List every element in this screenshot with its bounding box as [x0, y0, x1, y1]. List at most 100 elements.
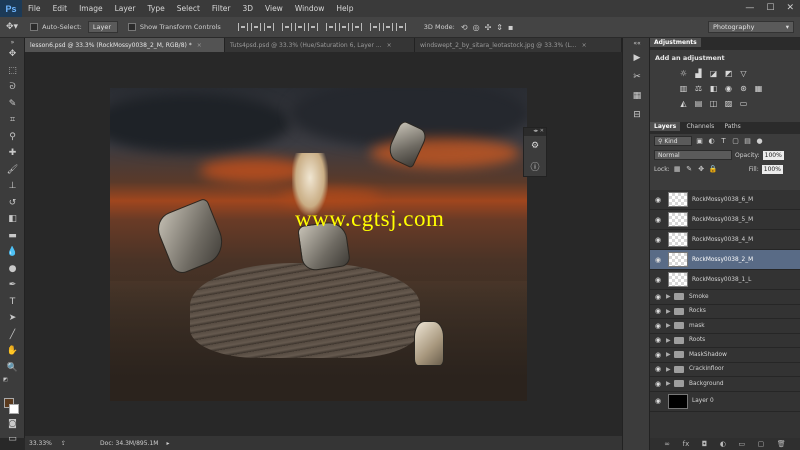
lock-position-icon[interactable]: ✥ [697, 165, 706, 174]
group-row[interactable]: ◉ ▶ mask [650, 319, 800, 334]
info-icon[interactable]: ⓘ [524, 156, 546, 176]
layer-row[interactable]: ◉ Layer 0 [650, 392, 800, 412]
eye-icon[interactable]: ◉ [650, 351, 666, 359]
tab-layers[interactable]: Layers [650, 122, 681, 131]
vibrance-icon[interactable]: ▽ [738, 68, 749, 79]
layer-row[interactable]: ◉ RockMossy0038_5_M [650, 210, 800, 230]
expand-arrow-icon[interactable]: ▶ [666, 293, 674, 300]
menu-type[interactable]: Type [142, 4, 171, 13]
gradient-map-icon[interactable]: ▭ [738, 98, 749, 109]
paragraph-icon[interactable]: ⊟ [623, 105, 651, 124]
menu-edit[interactable]: Edit [47, 4, 74, 13]
expand-arrow-icon[interactable]: ▶ [666, 322, 674, 329]
collapse-icon[interactable]: ◂▸ ✕ [524, 128, 546, 136]
align-hcenter-icon[interactable] [294, 23, 305, 31]
distribute-bottom-icon[interactable] [351, 23, 362, 31]
color-balance-icon[interactable]: ⚖ [693, 83, 704, 94]
align-vcenter-icon[interactable] [250, 23, 261, 31]
3d-drag-icon[interactable]: ✣ [485, 23, 492, 32]
auto-select-checkbox[interactable]: Auto-Select: [30, 23, 82, 31]
group-row[interactable]: ◉ ▶ Smoke [650, 290, 800, 305]
export-icon[interactable]: ⇪ [61, 440, 66, 447]
default-colors-icon[interactable]: ◩ [0, 376, 25, 384]
close-icon[interactable]: × [387, 42, 392, 49]
dodge-tool-icon[interactable]: ● [0, 261, 25, 278]
group-row[interactable]: ◉ ▶ Background [650, 377, 800, 392]
move-tool-icon[interactable]: ✥▾ [6, 22, 18, 32]
maximize-button[interactable]: ☐ [766, 3, 774, 13]
close-icon[interactable]: × [197, 42, 202, 49]
eye-icon[interactable]: ◉ [650, 307, 666, 315]
collapse-toolbar-icon[interactable]: » [0, 38, 25, 46]
3d-roll-icon[interactable]: ◎ [473, 23, 480, 32]
group-row[interactable]: ◉ ▶ Rocks [650, 305, 800, 319]
exposure-icon[interactable]: ◩ [723, 68, 734, 79]
actions-icon[interactable]: ✂ [623, 67, 651, 86]
workspace-dropdown[interactable]: Photography ▾ [708, 21, 794, 33]
character-icon[interactable]: ▦ [623, 86, 651, 105]
3d-rotate-icon[interactable]: ⟲ [461, 23, 468, 32]
lock-pixels-icon[interactable]: ✎ [685, 165, 694, 174]
eye-icon[interactable]: ◉ [650, 196, 666, 204]
menu-layer[interactable]: Layer [109, 4, 142, 13]
filter-pixel-icon[interactable]: ▣ [695, 137, 704, 146]
auto-select-dropdown[interactable]: Layer [87, 21, 118, 33]
layer-row-selected[interactable]: ◉ RockMossy0038_2_M [650, 250, 800, 270]
layer-row[interactable]: ◉ RockMossy0038_6_M [650, 190, 800, 210]
distribute-right-icon[interactable] [395, 23, 406, 31]
filter-toggle-icon[interactable]: ● [755, 137, 764, 146]
doc-tab-windswept[interactable]: windswept_2_by_sitara_leotastock.jpg @ 3… [415, 38, 622, 52]
document-canvas[interactable]: www.cgtsj.com [110, 88, 527, 401]
pen-tool-icon[interactable]: ✒ [0, 277, 25, 294]
levels-icon[interactable]: ▟ [693, 68, 704, 79]
align-right-icon[interactable] [307, 23, 318, 31]
menu-help[interactable]: Help [330, 4, 359, 13]
close-button[interactable]: ✕ [786, 3, 794, 13]
lock-all-icon[interactable]: 🔒 [709, 165, 718, 174]
eye-icon[interactable]: ◉ [650, 256, 666, 264]
menu-filter[interactable]: Filter [206, 4, 237, 13]
distribute-top-icon[interactable] [325, 23, 336, 31]
brush-tool-icon[interactable]: 🖌 [0, 162, 25, 179]
filter-adjustment-icon[interactable]: ◐ [707, 137, 716, 146]
threshold-icon[interactable]: ◫ [708, 98, 719, 109]
path-select-tool-icon[interactable]: ➤ [0, 310, 25, 327]
filter-smart-icon[interactable]: ▤ [743, 137, 752, 146]
properties-icon[interactable]: ⚙ [524, 136, 546, 156]
menu-image[interactable]: Image [73, 4, 109, 13]
link-icon[interactable]: ∞ [664, 440, 670, 448]
opacity-input[interactable]: 100% [762, 150, 784, 160]
align-bottom-icon[interactable] [263, 23, 274, 31]
clone-stamp-tool-icon[interactable]: ⊥ [0, 178, 25, 195]
zoom-tool-icon[interactable]: 🔍 [0, 360, 25, 377]
fx-icon[interactable]: fx [683, 440, 690, 448]
trash-icon[interactable]: 🗑 [777, 440, 786, 448]
shape-tool-icon[interactable]: ╱ [0, 327, 25, 344]
menu-window[interactable]: Window [289, 4, 331, 13]
group-row[interactable]: ◉ ▶ Roots [650, 334, 800, 348]
eye-icon[interactable]: ◉ [650, 276, 666, 284]
filter-kind-dropdown[interactable]: ⚲ Kind [654, 136, 692, 146]
screen-mode-icon[interactable]: ▭ [0, 431, 25, 448]
eye-icon[interactable]: ◉ [650, 380, 666, 388]
type-tool-icon[interactable]: T [0, 294, 25, 311]
history-icon[interactable]: ▶ [623, 48, 651, 67]
invert-icon[interactable]: ◭ [678, 98, 689, 109]
group-row[interactable]: ◉ ▶ Crackinfloor [650, 363, 800, 377]
selective-color-icon[interactable]: ▨ [723, 98, 734, 109]
tab-paths[interactable]: Paths [720, 122, 744, 131]
crop-tool-icon[interactable]: ⌗ [0, 112, 25, 129]
channel-mixer-icon[interactable]: ⊛ [738, 83, 749, 94]
marquee-tool-icon[interactable]: ⬚ [0, 63, 25, 80]
eye-icon[interactable]: ◉ [650, 322, 666, 330]
lasso-tool-icon[interactable]: ᘐ [0, 79, 25, 96]
dock-collapse-icon[interactable]: «« [623, 38, 651, 48]
align-top-icon[interactable] [237, 23, 248, 31]
tab-adjustments[interactable]: Adjustments [650, 38, 701, 47]
move-tool-icon[interactable]: ✥ [0, 46, 25, 63]
eye-icon[interactable]: ◉ [650, 293, 666, 301]
3d-scale-icon[interactable]: ▪ [508, 23, 513, 32]
eyedropper-tool-icon[interactable]: ⚲ [0, 129, 25, 146]
status-arrow-icon[interactable]: ▸ [166, 440, 169, 447]
adjustment-icon[interactable]: ◐ [720, 440, 726, 448]
